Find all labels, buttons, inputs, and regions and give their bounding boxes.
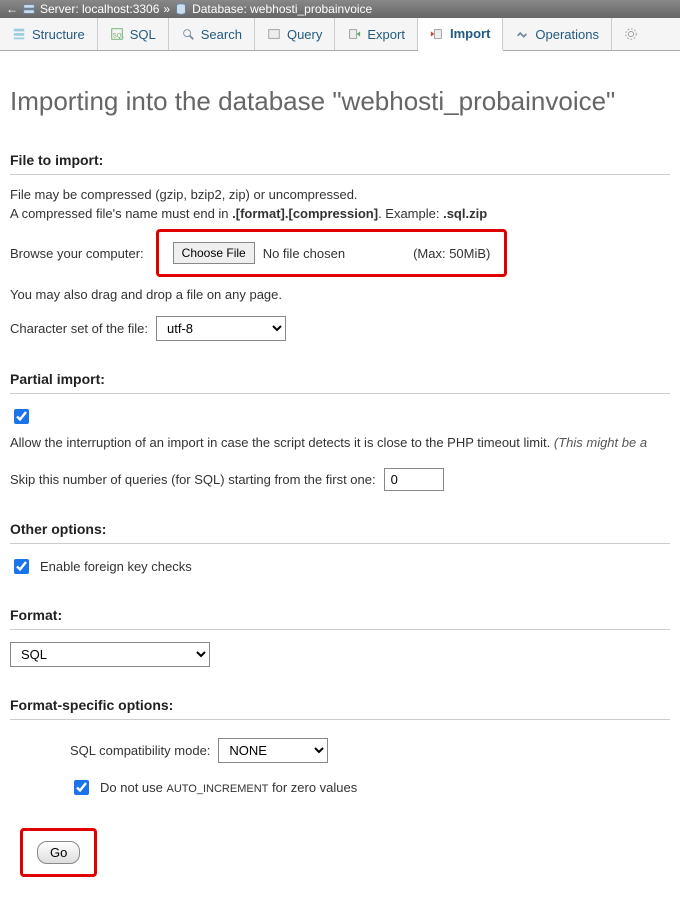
query-icon [267, 27, 281, 41]
help-example: .sql.zip [443, 206, 487, 221]
tab-export[interactable]: Export [335, 18, 418, 50]
max-size-label: (Max: 50MiB) [413, 246, 490, 261]
highlight-box-go: Go [20, 828, 97, 877]
divider [10, 174, 670, 175]
structure-icon [12, 27, 26, 41]
autoinc-label: Do not use AUTO_INCREMENT for zero value… [100, 780, 357, 795]
gear-icon [624, 27, 638, 41]
sql-icon: SQL [110, 27, 124, 41]
label-code: AUTO_INCREMENT [167, 783, 269, 795]
allow-interrupt-label: Allow the interruption of an import in c… [10, 435, 647, 450]
tab-label: Query [287, 27, 322, 42]
tab-query[interactable]: Query [255, 18, 335, 50]
tab-sql[interactable]: SQL SQL [98, 18, 169, 50]
tab-more[interactable] [612, 18, 650, 50]
section-partial-heading: Partial import: [10, 371, 670, 387]
tab-label: Structure [32, 27, 85, 42]
help-compressed: File may be compressed (gzip, bzip2, zip… [10, 187, 670, 202]
label-text: Do not use [100, 780, 167, 795]
breadcrumb: ← Server: localhost:3306 » Database: web… [0, 0, 680, 18]
charset-select[interactable]: utf-8 [156, 316, 286, 341]
section-fso-heading: Format-specific options: [10, 697, 670, 713]
divider [10, 393, 670, 394]
charset-row: Character set of the file: utf-8 [10, 316, 670, 341]
tab-label: Import [450, 26, 490, 41]
fk-row: Enable foreign key checks [10, 556, 670, 577]
section-format-heading: Format: [10, 607, 670, 623]
page-content: Importing into the database "webhosti_pr… [0, 51, 680, 907]
page-title: Importing into the database "webhosti_pr… [10, 86, 670, 117]
fso-block: SQL compatibility mode: NONE Do not use … [10, 738, 670, 798]
label-text: for zero values [268, 780, 357, 795]
divider [10, 543, 670, 544]
breadcrumb-server[interactable]: Server: localhost:3306 [40, 2, 159, 16]
breadcrumb-sep: » [163, 2, 170, 16]
tab-operations[interactable]: Operations [503, 18, 612, 50]
no-file-label: No file chosen [263, 246, 345, 261]
compat-label: SQL compatibility mode: [70, 743, 210, 758]
tab-label: Export [367, 27, 405, 42]
compat-select[interactable]: NONE [218, 738, 328, 763]
skip-row: Skip this number of queries (for SQL) st… [10, 468, 670, 491]
server-icon [22, 2, 36, 16]
format-select[interactable]: SQL [10, 642, 210, 667]
format-row: SQL [10, 642, 670, 667]
tab-label: SQL [130, 27, 156, 42]
help-text: . Example: [378, 206, 443, 221]
autoinc-checkbox[interactable] [74, 780, 89, 795]
fk-label: Enable foreign key checks [40, 559, 192, 574]
highlight-box-file: Choose File No file chosen (Max: 50MiB) [156, 229, 508, 277]
allow-interrupt-row: Allow the interruption of an import in c… [10, 406, 670, 450]
tab-label: Operations [535, 27, 599, 42]
compat-row: SQL compatibility mode: NONE [70, 738, 670, 763]
tab-import[interactable]: Import [418, 18, 503, 51]
search-icon [181, 27, 195, 41]
help-text: A compressed file's name must end in [10, 206, 232, 221]
section-other-heading: Other options: [10, 521, 670, 537]
browse-row: Browse your computer: Choose File No fil… [10, 229, 670, 277]
browse-label: Browse your computer: [10, 246, 144, 261]
tabs: Structure SQL SQL Search Query Export Im… [0, 18, 680, 51]
tab-structure[interactable]: Structure [0, 18, 98, 50]
help-format: .[format].[compression] [232, 206, 378, 221]
import-icon [430, 27, 444, 41]
operations-icon [515, 27, 529, 41]
breadcrumb-database[interactable]: Database: webhosti_probainvoice [192, 2, 372, 16]
autoinc-row: Do not use AUTO_INCREMENT for zero value… [70, 777, 670, 798]
choose-file-button[interactable]: Choose File [173, 242, 255, 264]
drag-hint: You may also drag and drop a file on any… [10, 287, 670, 302]
svg-text:SQL: SQL [112, 33, 123, 40]
charset-label: Character set of the file: [10, 321, 148, 336]
divider [10, 629, 670, 630]
fk-checkbox[interactable] [14, 559, 29, 574]
section-file-heading: File to import: [10, 152, 670, 168]
export-icon [347, 27, 361, 41]
help-filename: A compressed file's name must end in .[f… [10, 206, 670, 221]
label-text: Allow the interruption of an import in c… [10, 435, 550, 450]
skip-input[interactable] [384, 468, 444, 491]
allow-interrupt-checkbox[interactable] [14, 409, 29, 424]
skip-label: Skip this number of queries (for SQL) st… [10, 472, 376, 487]
tab-search[interactable]: Search [169, 18, 255, 50]
leftarrow-icon[interactable]: ← [6, 2, 18, 16]
database-icon [174, 2, 188, 16]
divider [10, 719, 670, 720]
go-button[interactable]: Go [37, 841, 80, 864]
label-italic: (This might be a [554, 435, 647, 450]
tab-label: Search [201, 27, 242, 42]
